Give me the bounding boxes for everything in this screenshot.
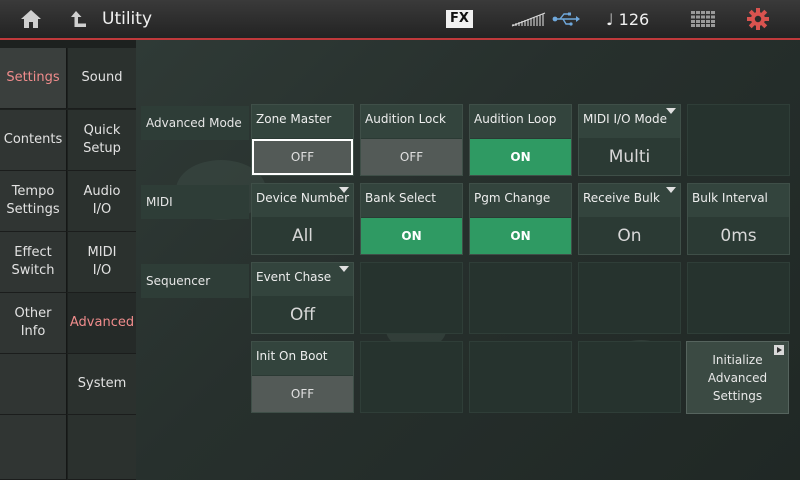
empty-cell	[687, 104, 790, 176]
subnav-item-advanced[interactable]: Advanced	[68, 293, 136, 354]
empty-cell	[687, 262, 790, 334]
row-label-sequencer: Sequencer	[141, 264, 249, 298]
param-label: Pgm Change	[470, 184, 571, 217]
dropdown-arrow-icon	[666, 187, 676, 193]
gear-icon[interactable]	[746, 0, 770, 38]
home-icon[interactable]	[16, 0, 46, 38]
subnav-empty-slot	[68, 415, 136, 480]
midi-io-mode-value[interactable]: Multi	[579, 139, 680, 175]
subnav-item-midi-io[interactable]: MIDI I/O	[68, 232, 136, 293]
quarter-note-icon: ♩	[606, 9, 614, 29]
zone-master-param[interactable]: Zone Master OFF	[251, 104, 354, 176]
dropdown-arrow-icon	[339, 266, 349, 272]
bulk-interval-param[interactable]: Bulk Interval 0ms	[687, 183, 790, 255]
bulk-interval-value[interactable]: 0ms	[688, 218, 789, 254]
subnav-item-system[interactable]: System	[68, 354, 136, 415]
event-chase-param[interactable]: Event Chase Off	[251, 262, 354, 334]
bank-select-toggle[interactable]: ON	[361, 218, 462, 254]
empty-cell	[360, 341, 463, 413]
page-title: Utility	[102, 9, 153, 29]
initialize-advanced-settings-button[interactable]: Initialize Advanced Settings	[686, 341, 789, 414]
usb-icon	[552, 0, 580, 38]
param-label: Audition Loop	[470, 105, 571, 138]
bank-select-param[interactable]: Bank Select ON	[360, 183, 463, 255]
pgm-change-param[interactable]: Pgm Change ON	[469, 183, 572, 255]
play-icon	[774, 345, 784, 355]
empty-cell	[469, 262, 572, 334]
sidebar-item-tempo-settings[interactable]: Tempo Settings	[0, 171, 67, 232]
empty-cell	[578, 262, 681, 334]
sidebar-empty-slot	[0, 354, 67, 415]
param-label: Bulk Interval	[688, 184, 789, 217]
event-chase-value[interactable]: Off	[252, 297, 353, 333]
param-label: Audition Lock	[361, 105, 462, 138]
audition-loop-param[interactable]: Audition Loop ON	[469, 104, 572, 176]
param-label: Bank Select	[361, 184, 462, 217]
param-label: MIDI I/O Mode	[579, 105, 680, 138]
sidebar-item-contents[interactable]: Contents	[0, 110, 67, 171]
empty-cell	[578, 341, 681, 413]
param-label: Zone Master	[252, 105, 353, 138]
sidebar-empty-slot	[0, 415, 67, 480]
up-arrow-icon[interactable]	[68, 0, 90, 38]
tempo-value: 126	[618, 9, 650, 29]
row-label-advanced-mode: Advanced Mode	[141, 106, 249, 140]
dropdown-arrow-icon	[666, 108, 676, 114]
audition-lock-toggle[interactable]: OFF	[361, 139, 462, 175]
audition-lock-param[interactable]: Audition Lock OFF	[360, 104, 463, 176]
param-label: Event Chase	[252, 263, 353, 296]
param-label: Receive Bulk	[579, 184, 680, 217]
fx-indicator: FX	[446, 0, 473, 38]
param-label: Init On Boot	[252, 342, 353, 375]
midi-io-mode-param[interactable]: MIDI I/O Mode Multi	[578, 104, 681, 176]
fx-label: FX	[446, 10, 473, 28]
receive-bulk-param[interactable]: Receive Bulk On	[578, 183, 681, 255]
row-label-midi: MIDI	[141, 185, 249, 219]
subnav-item-sound[interactable]: Sound	[68, 48, 136, 109]
empty-cell	[360, 262, 463, 334]
subnav-item-audio-io[interactable]: Audio I/O	[68, 171, 136, 232]
receive-bulk-value[interactable]: On	[579, 218, 680, 254]
grid-icon[interactable]	[690, 0, 716, 38]
subnav-item-quick-setup[interactable]: Quick Setup	[68, 110, 136, 171]
zone-master-toggle[interactable]: OFF	[252, 139, 353, 175]
device-number-param[interactable]: Device Number All	[251, 183, 354, 255]
param-label: Device Number	[252, 184, 353, 217]
initialize-button-label: Initialize Advanced Settings	[707, 352, 768, 403]
pgm-change-toggle[interactable]: ON	[470, 218, 571, 254]
audition-loop-toggle[interactable]: ON	[470, 139, 571, 175]
meter-icon	[510, 0, 548, 38]
init-on-boot-param[interactable]: Init On Boot OFF	[251, 341, 354, 413]
top-bar: Utility FX ♩ 126	[0, 0, 800, 40]
dropdown-arrow-icon	[339, 187, 349, 193]
tempo-display[interactable]: ♩ 126	[606, 0, 649, 38]
empty-cell	[469, 341, 572, 413]
device-number-value[interactable]: All	[252, 218, 353, 254]
sidebar-item-settings[interactable]: Settings	[0, 48, 67, 109]
sidebar-item-other-info[interactable]: Other Info	[0, 293, 67, 354]
init-on-boot-toggle[interactable]: OFF	[252, 376, 353, 412]
sidebar-item-effect-switch[interactable]: Effect Switch	[0, 232, 67, 293]
